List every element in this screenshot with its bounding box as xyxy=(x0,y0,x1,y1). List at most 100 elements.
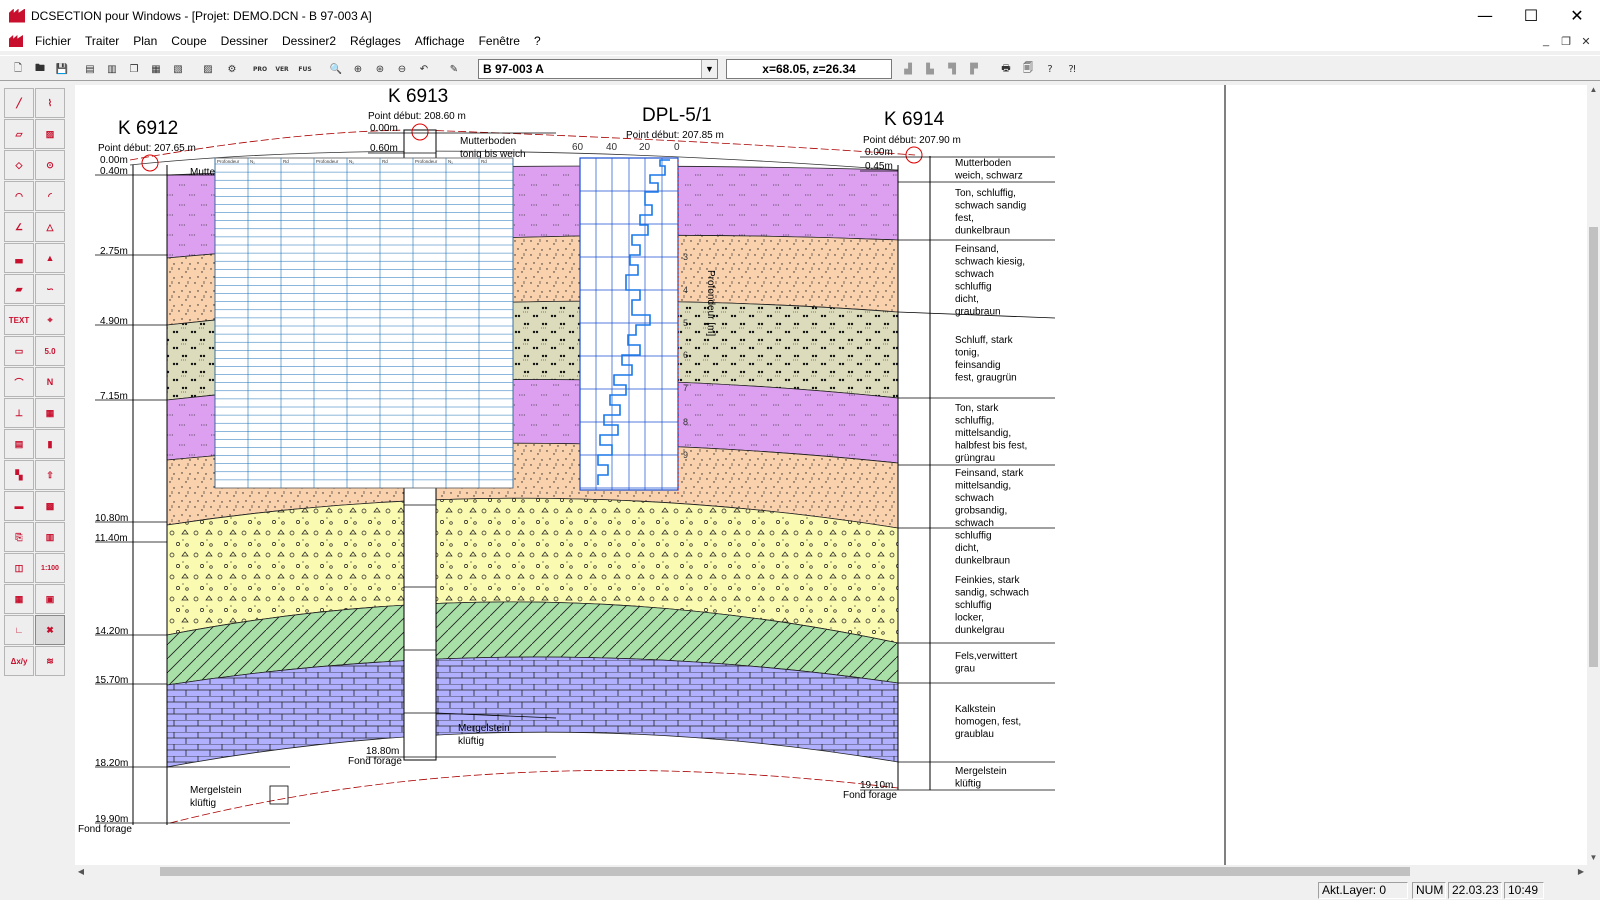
profile-tool-icon[interactable]: ⊥ xyxy=(4,398,34,428)
maximize-button[interactable]: ☐ xyxy=(1508,0,1554,31)
close-button[interactable]: ✕ xyxy=(1554,0,1600,31)
pipe-tool-icon[interactable]: ▭ xyxy=(4,336,34,366)
fus-button[interactable]: FUS xyxy=(295,59,315,79)
chart-icon-4[interactable]: ▛ xyxy=(964,59,984,79)
status-num: NUM xyxy=(1412,882,1446,899)
table-tool-icon[interactable]: ▤ xyxy=(4,429,34,459)
pro-button[interactable]: PRO xyxy=(250,59,270,79)
folder-tool-icon[interactable]: ▬ xyxy=(4,491,34,521)
terrain-tool-icon[interactable]: ▃ xyxy=(4,243,34,273)
bridge-tool-icon[interactable]: ⌒ xyxy=(4,367,34,397)
menu-traiter[interactable]: Traiter xyxy=(78,34,126,48)
ver-button[interactable]: VER xyxy=(272,59,292,79)
legend-line: schwach kiesig, xyxy=(955,257,1025,268)
scroll-left-icon[interactable]: ◀ xyxy=(75,865,87,878)
delta-xy-tool-button[interactable]: Δx/y xyxy=(4,646,34,676)
angle-measure-tool-icon[interactable]: ∟ xyxy=(4,615,34,645)
scale-tool-button[interactable]: 1:100 xyxy=(35,553,65,583)
zoom-all-icon[interactable]: ⊛ xyxy=(370,59,390,79)
menu-fenetre[interactable]: Fenêtre xyxy=(472,34,527,48)
documents-icon[interactable]: ▥ xyxy=(102,59,122,79)
horizontal-scrollbar[interactable]: ◀ ▶ xyxy=(75,865,1587,878)
rectangle-tool-icon[interactable]: ◇ xyxy=(4,150,34,180)
grid-tool-icon[interactable]: ▦ xyxy=(35,398,65,428)
drawing-canvas[interactable]: K 6912 Point début: 207.65 m 0.00m Mutte… xyxy=(75,85,1587,865)
arc2-tool-icon[interactable]: ◜ xyxy=(35,181,65,211)
pin-tool-icon[interactable]: ⇧ xyxy=(35,460,65,490)
layer-fill-tool-icon[interactable]: ▰ xyxy=(4,274,34,304)
redraw-icon[interactable]: ↶ xyxy=(414,59,434,79)
pages-icon[interactable]: ▦ xyxy=(146,59,166,79)
matrix-tool-icon[interactable]: ▩ xyxy=(35,491,65,521)
curve-tool-icon[interactable]: ∽ xyxy=(35,274,65,304)
layer-select[interactable]: B 97-003 A ▼ xyxy=(478,59,718,79)
layers-tool-icon[interactable]: ≋ xyxy=(35,646,65,676)
north-arrow-tool-button[interactable]: N xyxy=(35,367,65,397)
legend-line: homogen, fest, xyxy=(955,717,1021,728)
vertical-scrollbar[interactable]: ▲ ▼ xyxy=(1587,85,1600,865)
menu-affichage[interactable]: Affichage xyxy=(408,34,472,48)
mdi-minimize-button[interactable]: _ xyxy=(1536,31,1556,51)
arc-tool-icon[interactable]: ◠ xyxy=(4,181,34,211)
polygon-tool-icon[interactable]: ▱ xyxy=(4,119,34,149)
doc-tool-icon[interactable]: ⎘ xyxy=(4,522,34,552)
borehole-tool-icon[interactable]: ▮ xyxy=(35,429,65,459)
chart-icon-2[interactable]: ▙ xyxy=(920,59,940,79)
horizontal-scroll-thumb[interactable] xyxy=(160,867,1410,876)
new-file-icon[interactable]: 🗋 xyxy=(8,59,28,79)
circle-tool-icon[interactable]: ⊙ xyxy=(35,150,65,180)
copy-icon[interactable]: ❐ xyxy=(124,59,144,79)
cells-tool-icon[interactable]: ▦ xyxy=(4,584,34,614)
line-tool-icon[interactable]: ╱ xyxy=(4,88,34,118)
polyline-tool-icon[interactable]: ⌇ xyxy=(35,88,65,118)
chevron-down-icon[interactable]: ▼ xyxy=(701,60,717,78)
layout-tool-icon[interactable]: ▥ xyxy=(35,522,65,552)
legend-line: schwach xyxy=(955,518,994,529)
menu-reglages[interactable]: Réglages xyxy=(343,34,408,48)
surface-tool-icon[interactable]: ▲ xyxy=(35,243,65,273)
scroll-down-icon[interactable]: ▼ xyxy=(1587,853,1600,865)
legend-line: Mutterboden xyxy=(955,158,1011,169)
menu-dessiner[interactable]: Dessiner xyxy=(214,34,275,48)
scroll-right-icon[interactable]: ▶ xyxy=(1575,865,1587,878)
crosshair-tool-icon[interactable]: ⌖ xyxy=(35,305,65,335)
delete-tool-icon[interactable]: ✖ xyxy=(35,615,65,645)
mdi-close-button[interactable]: ✕ xyxy=(1576,31,1596,51)
settings-icon[interactable]: ⚙ xyxy=(222,59,242,79)
document-view-icon[interactable]: ▤ xyxy=(80,59,100,79)
zoom-in-icon[interactable]: ⊕ xyxy=(348,59,368,79)
help-icon[interactable]: ? xyxy=(1040,59,1060,79)
vertical-scroll-thumb[interactable] xyxy=(1589,227,1598,667)
scroll-up-icon[interactable]: ▲ xyxy=(1587,85,1600,97)
edit-doc-icon[interactable]: ▨ xyxy=(198,59,218,79)
zoom-out-icon[interactable]: ⊖ xyxy=(392,59,412,79)
chart-icon-3[interactable]: ▜ xyxy=(942,59,962,79)
angle-tool-icon[interactable]: ∠ xyxy=(4,212,34,242)
print-preview-icon[interactable]: 🗐 xyxy=(1018,59,1038,79)
paste-icon[interactable]: ▧ xyxy=(168,59,188,79)
value-tool-button[interactable]: 5.0 xyxy=(35,336,65,366)
text-tool-button[interactable]: TEXT xyxy=(4,305,34,335)
print-icon[interactable]: 🖶 xyxy=(996,59,1016,79)
triangle-tool-icon[interactable]: △ xyxy=(35,212,65,242)
hatch-tool-icon[interactable]: ▨ xyxy=(35,119,65,149)
chart-tool-icon[interactable]: ▚ xyxy=(4,460,34,490)
menu-fichier[interactable]: Fichier xyxy=(28,34,78,48)
context-help-icon[interactable]: ⁈ xyxy=(1062,59,1082,79)
menu-plan[interactable]: Plan xyxy=(126,34,164,48)
table-header-cell: Profondeur xyxy=(316,159,339,164)
open-file-icon[interactable]: 🖿 xyxy=(30,59,50,79)
chart-icon-1[interactable]: ▟ xyxy=(898,59,918,79)
mdi-restore-button[interactable]: ❐ xyxy=(1556,31,1576,51)
document-icon[interactable] xyxy=(9,35,23,47)
menu-dessiner2[interactable]: Dessiner2 xyxy=(275,34,343,48)
menu-coupe[interactable]: Coupe xyxy=(164,34,213,48)
zoom-window-icon[interactable]: 🔍 xyxy=(326,59,346,79)
minimize-button[interactable]: — xyxy=(1462,0,1508,31)
save-icon[interactable]: 💾 xyxy=(52,59,72,79)
legend-line: grobsandig, xyxy=(955,506,1007,517)
pencil-icon[interactable]: ✎ xyxy=(444,59,464,79)
menu-help[interactable]: ? xyxy=(527,34,548,48)
window-tool-icon[interactable]: ◫ xyxy=(4,553,34,583)
monitor-tool-icon[interactable]: ▣ xyxy=(35,584,65,614)
